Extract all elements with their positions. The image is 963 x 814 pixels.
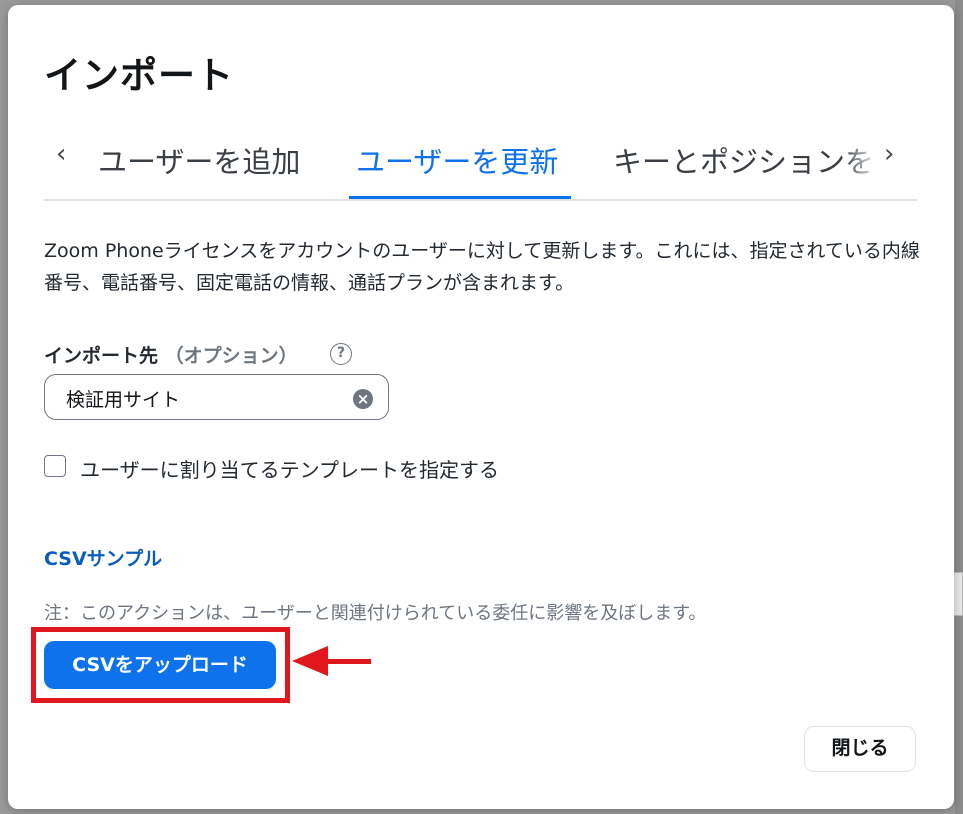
import-to-label-text: インポート先 bbox=[44, 345, 159, 367]
chevron-left-icon[interactable]: ‹ bbox=[56, 139, 66, 169]
import-to-label: インポート先 （オプション） bbox=[44, 341, 298, 368]
import-dialog: インポート ‹ ユーザーを追加 ユーザーを更新 キーとポジションを › Zoom… bbox=[8, 5, 954, 809]
tab-keys-positions[interactable]: キーとポジションを bbox=[613, 139, 873, 181]
chevron-right-icon[interactable]: › bbox=[884, 139, 894, 169]
note-text: 注：このアクションは、ユーザーと関連付けられている委任に影響を及ぼします。 bbox=[44, 603, 707, 624]
help-icon[interactable]: ? bbox=[330, 343, 352, 365]
dialog-title: インポート bbox=[44, 54, 234, 97]
upload-csv-button[interactable]: CSVをアップロード bbox=[44, 641, 276, 689]
description-text: Zoom Phoneライセンスをアカウントのユーザーに対して更新します。これには… bbox=[44, 240, 920, 294]
active-tab-indicator bbox=[349, 196, 571, 199]
template-checkbox-label[interactable]: ユーザーに割り当てるテンプレートを指定する bbox=[80, 454, 499, 483]
import-to-value: 検証用サイト bbox=[66, 389, 181, 411]
annotation-arrow-line bbox=[326, 659, 371, 664]
clear-icon[interactable]: × bbox=[353, 389, 373, 409]
tab-add-users[interactable]: ユーザーを追加 bbox=[98, 139, 300, 181]
annotation-arrow-head bbox=[292, 646, 328, 676]
tab-fade bbox=[844, 135, 879, 195]
csv-sample-link[interactable]: CSVサンプル bbox=[44, 544, 162, 571]
optional-label: （オプション） bbox=[164, 345, 298, 367]
template-checkbox[interactable] bbox=[44, 455, 66, 477]
tab-update-users[interactable]: ユーザーを更新 bbox=[356, 139, 558, 181]
tab-bar: ‹ ユーザーを追加 ユーザーを更新 キーとポジションを › bbox=[44, 135, 917, 201]
backdrop-panel bbox=[955, 0, 963, 814]
import-to-select[interactable]: 検証用サイト × bbox=[44, 374, 389, 420]
close-button[interactable]: 閉じる bbox=[804, 726, 916, 772]
